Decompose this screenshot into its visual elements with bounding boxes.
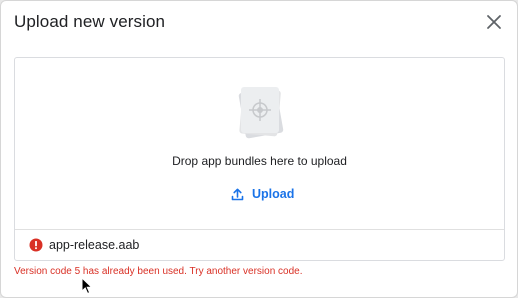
dialog-title: Upload new version — [14, 12, 166, 31]
error-icon — [29, 238, 43, 252]
dialog-header: Upload new version — [1, 1, 517, 43]
upload-icon — [231, 188, 244, 200]
error-message: Version code 5 has already been used. Tr… — [14, 266, 303, 277]
upload-label: Upload — [252, 187, 295, 201]
drop-area[interactable]: Drop app bundles here to upload Upload — [15, 58, 504, 230]
file-name: app-release.aab — [49, 238, 140, 252]
app-bundle-icon — [232, 82, 288, 144]
file-row: app-release.aab — [15, 230, 504, 260]
close-button[interactable] — [485, 13, 503, 31]
dropzone[interactable]: Drop app bundles here to upload Upload a… — [14, 57, 505, 261]
upload-dialog: Upload new version Drop app bundles here… — [0, 0, 518, 298]
mouse-cursor-icon — [81, 277, 93, 295]
upload-button[interactable]: Upload — [225, 181, 300, 207]
drop-instruction: Drop app bundles here to upload — [172, 154, 347, 168]
close-icon — [487, 15, 501, 29]
